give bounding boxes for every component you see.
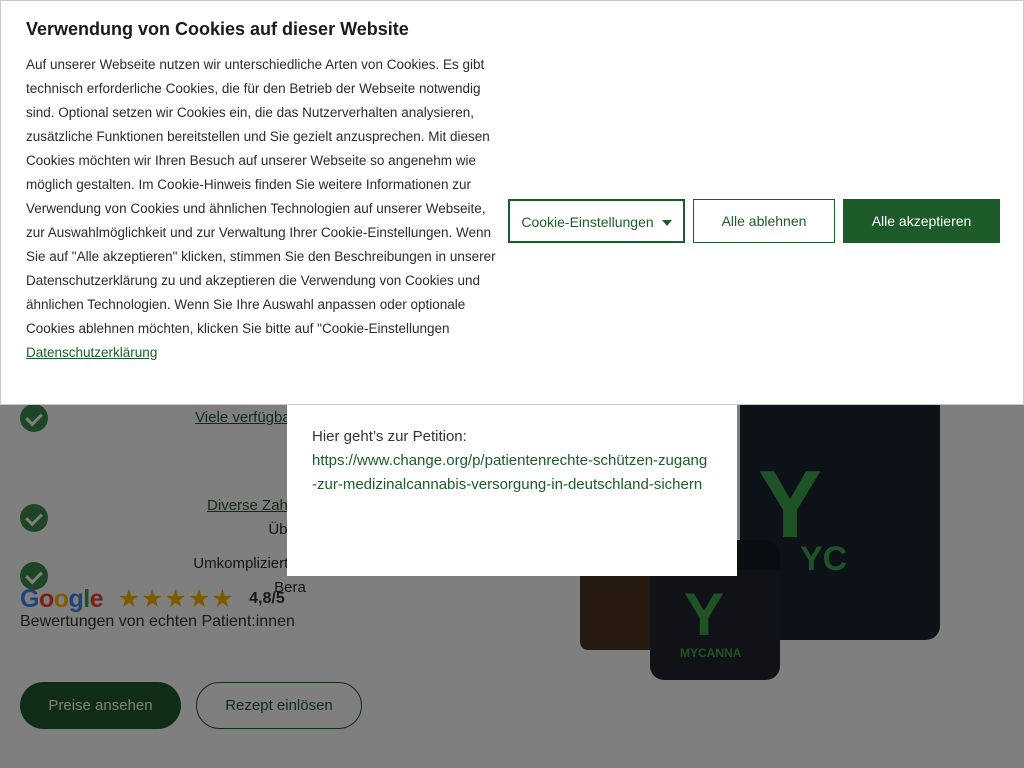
reject-all-button[interactable]: Alle ablehnen (693, 199, 835, 243)
petition-link[interactable]: https://www.change.org/p/patientenrechte… (312, 449, 712, 497)
cookie-settings-button[interactable]: Cookie-Einstellungen (508, 199, 685, 243)
cookie-description: Auf unserer Webseite nutzen wir untersch… (26, 57, 496, 336)
cookie-banner: Verwendung von Cookies auf dieser Websit… (0, 0, 1024, 405)
cookie-text: Auf unserer Webseite nutzen wir untersch… (26, 53, 496, 365)
petition-modal: Hier geht’s zur Petition: https://www.ch… (287, 394, 737, 576)
petition-label: Hier geht’s zur Petition: (312, 428, 467, 445)
privacy-policy-link[interactable]: Datenschutzerklärung (26, 345, 157, 360)
cookie-settings-label: Cookie-Einstellungen (521, 214, 654, 230)
accept-all-button[interactable]: Alle akzeptieren (843, 199, 1000, 243)
caret-down-icon (661, 220, 672, 227)
cookie-title: Verwendung von Cookies auf dieser Websit… (26, 19, 409, 39)
